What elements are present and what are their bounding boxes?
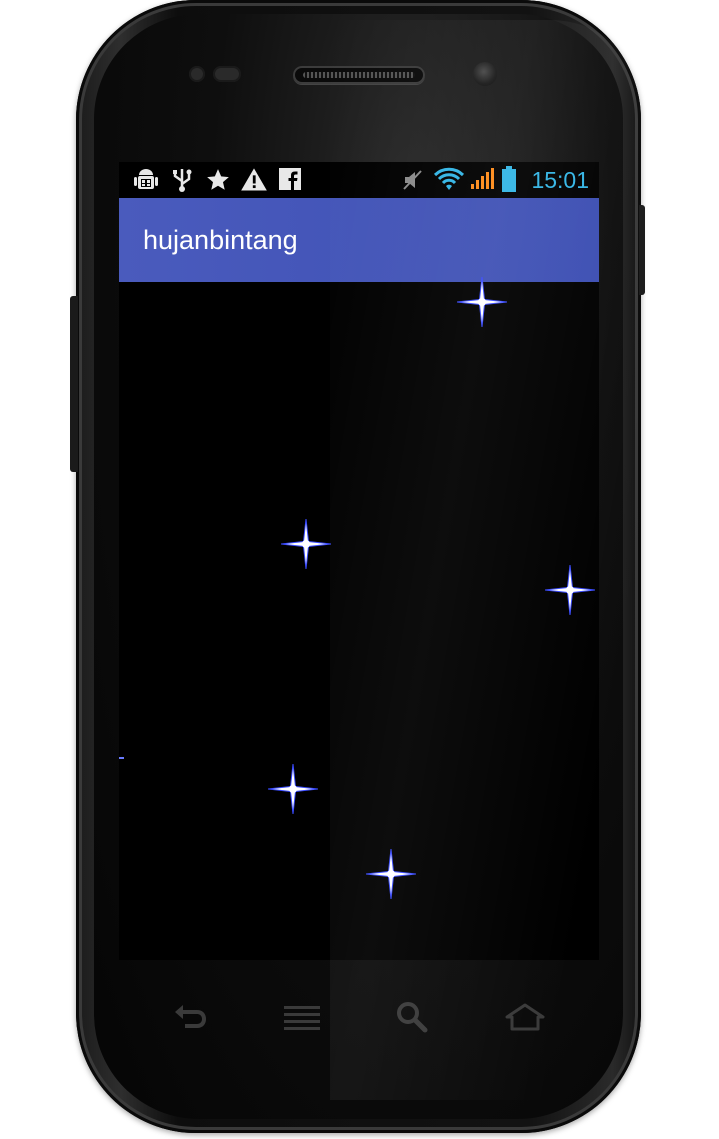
app-title: hujanbintang xyxy=(143,225,298,255)
star-icon xyxy=(207,169,229,190)
navigation-bar xyxy=(119,962,599,1072)
mute-icon xyxy=(403,170,422,190)
facebook-icon xyxy=(279,168,301,190)
star-fragment xyxy=(119,757,124,759)
menu-icon xyxy=(284,1006,320,1030)
star xyxy=(457,277,507,327)
star xyxy=(366,849,416,899)
front-camera xyxy=(473,62,497,86)
star xyxy=(545,565,595,615)
star xyxy=(268,764,318,814)
search-icon xyxy=(397,1002,428,1033)
power-button xyxy=(639,205,645,295)
star xyxy=(281,519,331,569)
home-button[interactable] xyxy=(500,992,550,1042)
proximity-sensor xyxy=(189,66,205,82)
warning-icon xyxy=(241,168,267,191)
usb-icon xyxy=(173,169,192,192)
menu-button[interactable] xyxy=(277,992,327,1042)
android-debug-icon xyxy=(134,169,158,189)
screen: 15:01 hujanbintang xyxy=(119,162,599,960)
home-icon xyxy=(505,1003,545,1031)
action-bar: hujanbintang xyxy=(119,198,599,282)
star-canvas[interactable] xyxy=(119,277,599,960)
back-button[interactable] xyxy=(164,992,214,1042)
light-sensor xyxy=(213,66,241,82)
status-bar: 15:01 xyxy=(119,162,599,198)
wifi-icon xyxy=(433,167,465,190)
back-icon xyxy=(175,1005,206,1028)
earpiece-speaker xyxy=(293,66,425,84)
clock: 15:01 xyxy=(531,167,589,193)
volume-button xyxy=(70,296,78,472)
battery-icon xyxy=(502,166,516,192)
signal-icon xyxy=(471,168,494,189)
search-button[interactable] xyxy=(387,992,437,1042)
